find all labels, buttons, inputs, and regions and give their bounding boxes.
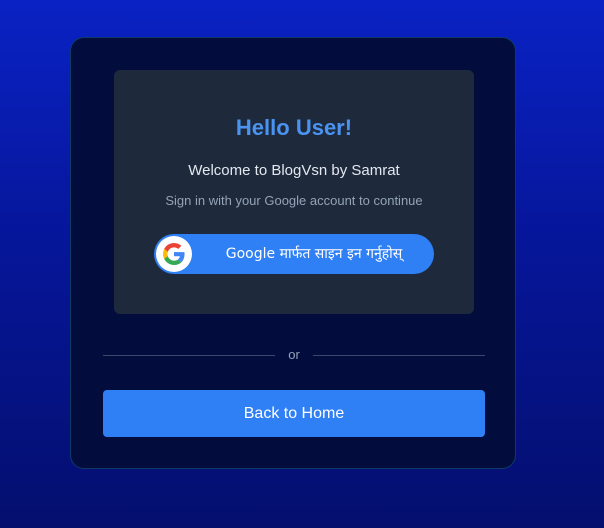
divider-line-right [313,355,485,356]
sign-in-instruction: Sign in with your Google account to cont… [165,193,423,208]
or-divider: or [103,347,485,365]
greeting-title: Hello User! [235,115,353,140]
google-sign-in-button[interactable]: Google मार्फत साइन इन गर्नुहोस् [154,234,434,274]
sign-in-panel: Hello User! Welcome to BlogVsn by Samrat… [114,70,474,314]
divider-text: or [288,347,300,362]
google-sign-in-label: Google मार्फत साइन इन गर्नुहोस् [225,246,403,262]
divider-line-left [103,355,275,356]
welcome-text: Welcome to BlogVsn by Samrat [188,162,400,179]
google-logo-icon [156,236,192,272]
back-to-home-button[interactable]: Back to Home [103,390,485,437]
login-card: Hello User! Welcome to BlogVsn by Samrat… [70,37,516,469]
